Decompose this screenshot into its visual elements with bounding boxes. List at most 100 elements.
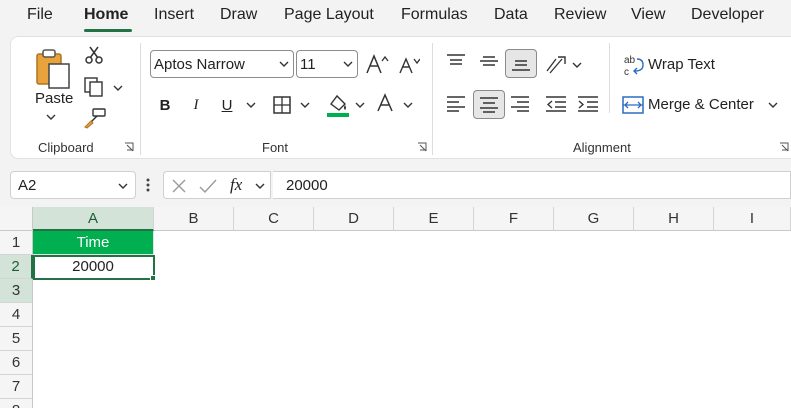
tab-data[interactable]: Data <box>494 6 528 24</box>
fill-color-dropdown-icon[interactable] <box>355 101 365 109</box>
cancel-icon[interactable] <box>171 178 187 194</box>
enter-icon[interactable] <box>199 178 217 194</box>
svg-text:ab: ab <box>624 55 636 66</box>
name-box-value: A2 <box>18 176 37 194</box>
paste-icon <box>36 49 70 89</box>
wrap-text-icon[interactable]: ab c <box>623 53 645 77</box>
increase-font-size-icon[interactable] <box>365 53 389 75</box>
bottom-align-button[interactable] <box>505 49 537 78</box>
clipboard-launcher-icon[interactable] <box>124 142 134 152</box>
tab-home[interactable]: Home <box>84 6 128 24</box>
font-size-value: 11 <box>300 55 316 73</box>
alignment-group-label: Alignment <box>573 140 631 155</box>
cell-a2[interactable]: 20000 <box>33 255 154 279</box>
merge-center-dropdown-icon[interactable] <box>768 101 778 109</box>
spreadsheet-grid: A B C D E F G H I 1 2 3 4 5 6 7 8 Time 2… <box>0 207 791 408</box>
font-name-value: Aptos Narrow <box>154 55 245 73</box>
decrease-font-size-icon[interactable] <box>398 55 420 75</box>
decrease-indent-icon[interactable] <box>545 95 567 113</box>
tab-view[interactable]: View <box>631 6 665 24</box>
format-painter-icon[interactable] <box>83 107 107 129</box>
chevron-down-icon <box>279 61 289 67</box>
merge-center-label[interactable]: Merge & Center <box>648 96 754 113</box>
cell-a1[interactable]: Time <box>33 231 154 255</box>
ribbon-separator <box>609 43 610 113</box>
middle-align-icon[interactable] <box>479 53 499 69</box>
font-group-label: Font <box>262 140 289 155</box>
column-header-i[interactable]: I <box>714 207 791 231</box>
alignment-launcher-icon[interactable] <box>779 142 789 152</box>
row-header-5[interactable]: 5 <box>0 327 33 351</box>
tab-developer[interactable]: Developer <box>691 6 764 24</box>
italic-icon: I <box>193 96 199 113</box>
paste-dropdown-icon[interactable] <box>46 113 56 121</box>
top-align-icon[interactable] <box>446 53 466 69</box>
ribbon-separator <box>140 43 141 155</box>
ribbon: Paste Clipboard Aptos Narrow 11 B I U Fo… <box>10 36 791 159</box>
underline-button[interactable]: U <box>216 93 238 117</box>
borders-dropdown-icon[interactable] <box>300 101 310 109</box>
cut-icon[interactable] <box>85 45 103 65</box>
tab-review[interactable]: Review <box>554 6 606 24</box>
fill-handle[interactable] <box>150 275 156 281</box>
column-header-g[interactable]: G <box>554 207 634 231</box>
row-header-3[interactable]: 3 <box>0 279 33 303</box>
bold-button[interactable]: B <box>154 93 176 117</box>
row-header-1[interactable]: 1 <box>0 231 33 255</box>
menu-bar: File Home Insert Draw Page Layout Formul… <box>0 0 791 34</box>
column-header-a[interactable]: A <box>33 207 154 231</box>
orientation-dropdown-icon[interactable] <box>572 61 582 69</box>
bottom-align-icon <box>512 59 530 71</box>
tab-file[interactable]: File <box>27 6 53 24</box>
underline-dropdown-icon[interactable] <box>246 101 256 109</box>
tab-draw[interactable]: Draw <box>220 6 257 24</box>
bold-icon: B <box>159 96 171 114</box>
row-header-7[interactable]: 7 <box>0 375 33 399</box>
ribbon-separator <box>432 43 433 155</box>
column-header-e[interactable]: E <box>394 207 474 231</box>
formula-actions: fx <box>163 171 271 199</box>
chevron-down-icon <box>343 61 353 67</box>
formula-input[interactable]: 20000 <box>273 171 791 199</box>
font-launcher-icon[interactable] <box>417 142 427 152</box>
merge-center-icon[interactable] <box>622 96 644 114</box>
paste-button[interactable] <box>33 45 73 93</box>
tab-page-layout[interactable]: Page Layout <box>284 6 374 24</box>
fill-color-icon[interactable] <box>326 92 350 118</box>
font-size-combo[interactable]: 11 <box>296 50 358 78</box>
borders-icon[interactable] <box>272 95 292 115</box>
active-tab-indicator <box>84 29 132 32</box>
select-all-corner[interactable] <box>0 207 33 231</box>
tab-insert[interactable]: Insert <box>154 6 194 24</box>
wrap-text-label[interactable]: Wrap Text <box>648 56 715 73</box>
tab-formulas[interactable]: Formulas <box>401 6 468 24</box>
svg-text:c: c <box>624 67 629 77</box>
row-header-6[interactable]: 6 <box>0 351 33 375</box>
copy-icon[interactable] <box>83 76 105 98</box>
row-header-8[interactable]: 8 <box>0 399 33 408</box>
align-right-icon[interactable] <box>510 95 530 113</box>
align-center-button[interactable] <box>473 90 505 119</box>
column-header-d[interactable]: D <box>314 207 394 231</box>
font-color-icon[interactable] <box>375 93 395 117</box>
orientation-icon[interactable] <box>544 53 568 75</box>
insert-function-icon[interactable]: fx <box>230 175 242 195</box>
chevron-down-icon[interactable] <box>118 182 128 190</box>
row-header-4[interactable]: 4 <box>0 303 33 327</box>
align-center-icon <box>480 96 498 113</box>
chevron-down-icon[interactable] <box>255 182 265 190</box>
formula-value: 20000 <box>286 176 328 194</box>
increase-indent-icon[interactable] <box>577 95 599 113</box>
row-header-2[interactable]: 2 <box>0 255 33 279</box>
italic-button[interactable]: I <box>185 93 207 117</box>
column-header-b[interactable]: B <box>154 207 234 231</box>
column-header-f[interactable]: F <box>474 207 554 231</box>
font-color-dropdown-icon[interactable] <box>403 101 413 109</box>
column-header-h[interactable]: H <box>634 207 714 231</box>
name-box[interactable]: A2 <box>10 171 136 199</box>
font-name-combo[interactable]: Aptos Narrow <box>150 50 294 78</box>
column-header-c[interactable]: C <box>234 207 314 231</box>
more-options-icon[interactable] <box>146 177 150 193</box>
copy-dropdown-icon[interactable] <box>113 84 123 92</box>
align-left-icon[interactable] <box>446 95 466 113</box>
